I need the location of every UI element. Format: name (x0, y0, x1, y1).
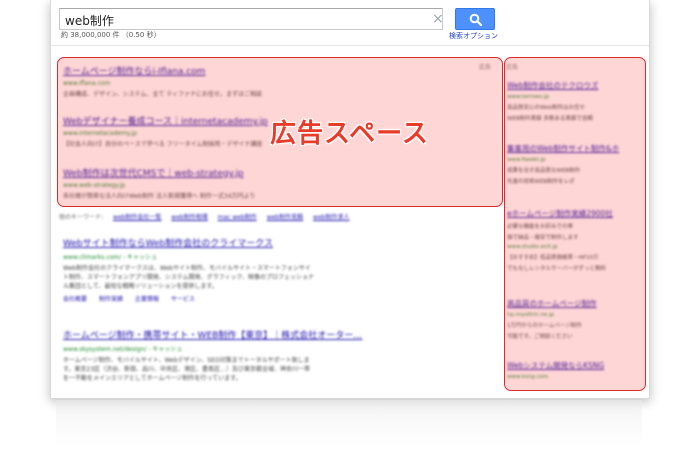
sitelink[interactable]: サービス (171, 296, 195, 303)
related-link[interactable]: web制作会社一覧 (113, 214, 161, 221)
search-icon (469, 13, 483, 27)
ad-space-label: 広告スペース (270, 119, 429, 149)
result-snippet: Web制作会社のクライマークスは、Webサイト制作、モバイルサイト・スマートフォ… (63, 265, 311, 272)
related-keywords: 他のキーワード: web制作会社一覧 web制作相場 mac web制作 web… (59, 212, 349, 221)
result-snippet: す。東京23区（渋谷、新宿、品川、中央区、港区、豊島区…）及び東京都全域、神奈川… (63, 366, 311, 373)
close-icon[interactable]: × (432, 11, 444, 27)
reflection (56, 400, 642, 445)
result-snippet: ル集団として、最短な戦略ソリューションを提供します。 (63, 283, 218, 290)
search-input[interactable]: web制作 × (59, 8, 444, 30)
result-url: www.skysystem.net/design/ - キャッシュ (63, 346, 183, 353)
sitelinks: 会社概要 制作実績 企業情報 サービス (63, 294, 314, 303)
related-link[interactable]: mac web制作 (218, 214, 257, 221)
organic-result-2[interactable]: ホームページ制作・携帯サイト・WEB制作【東京】｜株式会社オーター… www.s… (63, 328, 362, 383)
divider (51, 45, 649, 46)
search-results-page: web制作 × 約 38,000,000 件 （0.50 秒） 検索オプション … (50, 0, 650, 399)
related-link[interactable]: web制作求人 (313, 214, 349, 221)
organic-result-1[interactable]: Webサイト制作ならWeb制作会社のクライマークス www.climarks.c… (63, 236, 314, 303)
sitelink[interactable]: 制作実績 (99, 296, 123, 303)
search-options-link[interactable]: 検索オプション (449, 31, 498, 41)
sitelink[interactable]: 会社概要 (63, 296, 87, 303)
result-snippet: ト制作、スマートフォンアプリ開発、システム開発、グラフィック、映像のプロフェッシ… (63, 274, 314, 281)
result-url: www.climarks.com/ - キャッシュ (63, 254, 158, 261)
result-snippet: ホームページ制作、モバイルサイト、Webデザイン、SEO対策までトータルサポート… (63, 357, 310, 364)
result-title[interactable]: Webサイト制作ならWeb制作会社のクライマークス (63, 236, 314, 249)
search-button[interactable] (455, 8, 495, 30)
search-query: web制作 (65, 14, 114, 28)
related-label: 他のキーワード: (59, 214, 104, 221)
result-snippet: を一不動をメインエリアとしてホームページ制作を行っています。 (63, 375, 242, 382)
related-link[interactable]: web制作相場 (171, 214, 207, 221)
related-link[interactable]: web制作見積 (267, 214, 303, 221)
result-title[interactable]: ホームページ制作・携帯サイト・WEB制作【東京】｜株式会社オーター… (63, 328, 362, 341)
ad-highlight-right (504, 57, 646, 391)
result-stats: 約 38,000,000 件 （0.50 秒） (61, 31, 161, 39)
sitelink[interactable]: 企業情報 (135, 296, 159, 303)
